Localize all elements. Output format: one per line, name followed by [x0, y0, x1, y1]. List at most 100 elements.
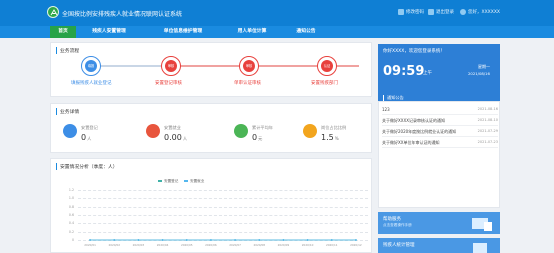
tab-notices[interactable]: 通知公告: [288, 26, 324, 38]
notice-item-date: 2021-07-29: [477, 129, 498, 133]
step-circle-text: 认证: [321, 60, 333, 72]
chart-gridline: [78, 215, 368, 216]
notice-item[interactable]: 关于做好2020年度按比例就业认证的通知 2021-07-29: [382, 126, 498, 137]
clock-ampm: 上午: [423, 71, 432, 76]
clock-date: 2021/08/16: [468, 71, 490, 76]
chart-gridline: [78, 198, 368, 200]
stat-value: 0元: [252, 133, 263, 142]
help-banner-subtitle: 点击查看操作手册: [383, 223, 412, 227]
percent-icon: [303, 124, 317, 138]
stat-value: 0.00人: [164, 133, 188, 142]
clock-weekday: 星期一: [478, 64, 490, 69]
clock-time: 09:59: [383, 64, 425, 79]
chart-title: 安置情况分析（季度：人）: [56, 163, 118, 170]
x-tick-label: 2020/02: [108, 243, 121, 247]
chart-gridline: [78, 206, 368, 208]
stat-value: 0人: [81, 133, 92, 142]
welcome-greeting: 你好XXXX，欢迎您登录系统！: [383, 49, 445, 54]
y-tick-label: 0.2: [68, 229, 74, 234]
notice-item-date: 2021-08-10: [477, 118, 498, 122]
step-label: 安置登记审核: [155, 81, 182, 86]
step-placement-review[interactable]: 审核: [161, 56, 181, 76]
step-fill-in[interactable]: 填报: [81, 56, 101, 76]
lock-icon: [398, 9, 404, 15]
chart-gridline: [78, 231, 368, 233]
x-tick-label: 2020/10: [301, 243, 314, 247]
chart-gridline: [78, 223, 368, 225]
notice-title: 通知公告: [383, 95, 404, 101]
x-tick-label: 2020/09: [277, 243, 290, 247]
step-circle-text: 审核: [243, 60, 255, 72]
tab-home[interactable]: 首页: [50, 26, 76, 38]
step-certification-review[interactable]: 审核: [239, 56, 259, 76]
help-banner-title: 帮助服务: [383, 217, 401, 222]
notice-item[interactable]: 关于做好XX单位年审认证的通知 2021-07-23: [382, 137, 498, 148]
chart-gridline: [78, 190, 368, 191]
app-logo-icon: [47, 6, 59, 18]
app-title: 全国按比例安排残疾人就业情况联网认证系统: [62, 11, 183, 18]
legend-swatch-series-2: [184, 180, 188, 182]
user-avatar-icon: [460, 9, 466, 15]
legend-label: 安置就业: [190, 179, 205, 183]
statistics-banner-title: 残疾人统计管理: [383, 243, 415, 248]
register-icon: [63, 124, 77, 138]
logout-link[interactable]: 退出登录: [436, 9, 454, 15]
x-tick-label: 2020/12: [350, 243, 362, 247]
tab-placement-management[interactable]: 残疾人安置管理: [78, 26, 140, 38]
notice-item-date: 2021-08-16: [477, 107, 498, 111]
step-label: 单审认证审核: [234, 81, 261, 86]
notice-item-title: 关于做好XXXX记录审核认证的通知: [382, 118, 445, 123]
chart-gridline: [78, 240, 368, 241]
user-greeting[interactable]: 您好，XXXXXX: [468, 9, 500, 15]
stat-label: 安置就业: [164, 125, 181, 130]
bank-icon: [146, 124, 160, 138]
workflow-panel: 业务流程 填报 填报残疾人就业登记 审核 安置登记审核 审核 单审认证审核 认证…: [50, 42, 372, 97]
y-tick-label: 0.4: [68, 221, 74, 226]
y-tick-label: 1.0: [68, 196, 74, 201]
step-circle-text: 审核: [165, 60, 177, 72]
statistics-illustration-icon: [473, 243, 487, 253]
notice-item-date: 2021-07-23: [477, 140, 498, 144]
legend-swatch-series-1: [158, 180, 162, 182]
step-circle-text: 填报: [85, 60, 97, 72]
change-password-link[interactable]: 修改密码: [406, 9, 424, 15]
x-tick-label: 2020/11: [325, 243, 338, 247]
y-tick-label: 0: [71, 238, 74, 242]
notice-item-title: 关于做好2020年度按比例就业认证的通知: [382, 129, 457, 134]
workflow-title: 业务流程: [56, 47, 79, 54]
stats-panel: 业务详情 安置登记 0人 安置就业 0.00人 累计平均年 0元 岗位占比比例 …: [50, 103, 372, 153]
stats-title: 业务详情: [56, 108, 79, 115]
step-label: 安置残疾部门: [311, 81, 338, 86]
notice-item-title: 关于做好XX单位年审认证的通知: [382, 140, 440, 145]
stat-label: 累计平均年: [252, 125, 273, 130]
logout-icon: [428, 9, 434, 15]
y-tick-label: 1.2: [68, 188, 74, 192]
statistics-banner[interactable]: 残疾人统计管理: [378, 238, 500, 253]
legend-label: 安置登记: [164, 179, 179, 183]
x-tick-label: 2020/07: [229, 243, 241, 247]
tab-unit-maintenance[interactable]: 单位信息维护管理: [150, 26, 216, 38]
notice-item-title: 123: [382, 107, 390, 112]
stat-label: 岗位占比比例: [321, 125, 347, 130]
stat-label: 安置登记: [81, 125, 98, 130]
x-tick-label: 2020/06: [205, 243, 217, 247]
help-banner[interactable]: 帮助服务 点击查看操作手册: [378, 212, 500, 234]
notice-item[interactable]: 关于做好XXXX记录审核认证的通知 2021-08-10: [382, 115, 498, 126]
y-tick-label: 0.6: [68, 213, 74, 217]
notice-item[interactable]: 123 2021-08-16: [382, 104, 498, 115]
x-tick-label: 2020/03: [132, 243, 145, 247]
help-illustration-icon: [472, 218, 492, 231]
chart-panel: 安置情况分析（季度：人）: [50, 158, 372, 253]
stat-value: 1.5%: [321, 133, 339, 142]
step-label: 填报残疾人就业登记: [71, 81, 112, 86]
tab-employer-calculation[interactable]: 用人单位计算: [228, 26, 276, 38]
money-icon: [234, 124, 248, 138]
step-disabled-department[interactable]: 认证: [317, 56, 337, 76]
main-nav: 首页 残疾人安置管理 单位信息维护管理 用人单位计算 通知公告: [0, 26, 554, 38]
welcome-clock-card: 你好XXXX，欢迎您登录系统！ 09:59 上午 星期一 2021/08/16: [378, 44, 500, 101]
top-header: 全国按比例安排残疾人就业情况联网认证系统 修改密码 退出登录 您好，XXXXXX: [0, 0, 554, 26]
x-tick-label: 2020/04: [156, 243, 169, 247]
x-tick-label: 2020/08: [253, 243, 266, 247]
y-tick-label: 0.8: [68, 204, 74, 209]
x-tick-label: 2020/01: [84, 243, 96, 247]
